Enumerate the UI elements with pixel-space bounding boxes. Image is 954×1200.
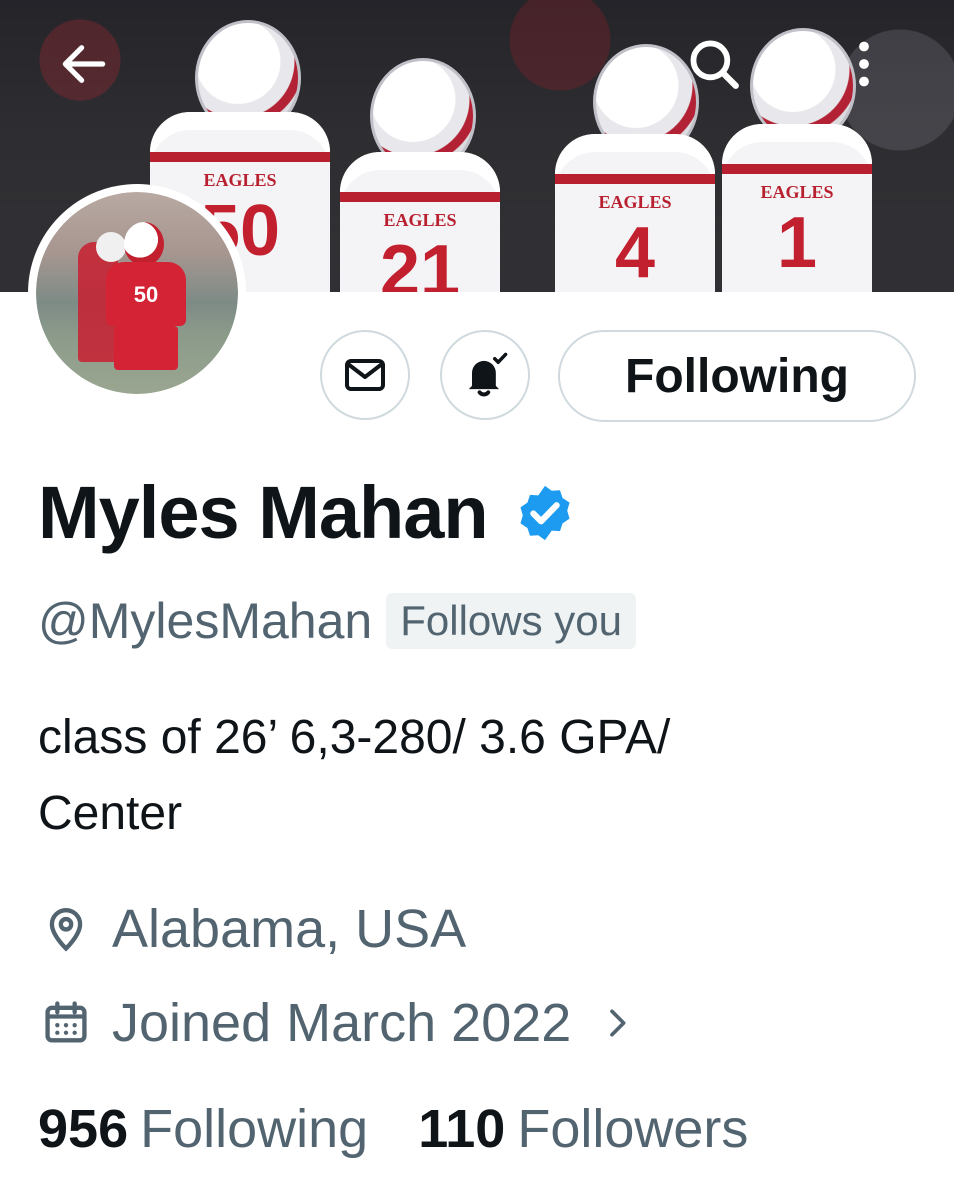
jersey-stripe xyxy=(340,192,500,202)
follow-stats: 956 Following 110 Followers xyxy=(38,1098,748,1160)
jersey: EAGLES 21 xyxy=(340,152,500,292)
jersey-team-text: EAGLES xyxy=(598,192,672,212)
jersey-stripe xyxy=(555,174,715,184)
arrow-left-icon xyxy=(62,45,106,83)
following-label: Following xyxy=(140,1099,369,1159)
jersey-number: 21 xyxy=(379,231,461,292)
jersey-team-text: EAGLES xyxy=(203,170,277,190)
jersey-team-text: EAGLES xyxy=(760,182,834,202)
avatar-photo: 50 xyxy=(36,192,238,394)
location-text: Alabama, USA xyxy=(112,899,467,959)
following-button[interactable]: Following xyxy=(558,330,916,422)
search-icon xyxy=(690,40,739,89)
verified-badge-icon[interactable] xyxy=(514,482,576,544)
envelope-icon xyxy=(345,359,385,391)
jersey-stripe xyxy=(722,164,872,174)
joined-text: Joined March 2022 xyxy=(112,993,572,1053)
joined-row[interactable]: Joined March 2022 xyxy=(40,992,637,1054)
avatar-jersey-number: 50 xyxy=(133,282,159,307)
avatar-player: 50 xyxy=(106,222,186,372)
jersey: EAGLES 4 xyxy=(555,134,715,292)
jersey-stripe xyxy=(150,152,330,162)
bell-check-icon xyxy=(468,352,508,397)
jersey-number: 4 xyxy=(614,213,656,292)
following-stat-link[interactable]: 956 Following xyxy=(38,1098,368,1160)
location-pin-icon xyxy=(49,908,83,952)
search-button[interactable] xyxy=(684,34,744,94)
profile-name-row: Myles Mahan xyxy=(38,470,576,555)
location-row: Alabama, USA xyxy=(40,898,466,960)
following-count: 956 xyxy=(38,1099,129,1159)
message-button[interactable] xyxy=(320,330,410,420)
chevron-right-icon xyxy=(610,1009,626,1037)
avatar-pants xyxy=(114,326,178,370)
jersey: EAGLES 1 xyxy=(722,124,872,292)
display-name: Myles Mahan xyxy=(38,471,489,554)
profile-bio: class of 26’ 6,3-280/ 3.6 GPA/ Center xyxy=(38,700,918,852)
follows-you-badge: Follows you xyxy=(386,593,636,649)
jersey-number: 1 xyxy=(776,203,818,283)
more-vertical-icon xyxy=(859,41,869,87)
more-options-button[interactable] xyxy=(834,34,894,94)
followers-count: 110 xyxy=(418,1099,506,1159)
avatar-helmet xyxy=(124,222,164,266)
bio-line: class of 26’ 6,3-280/ 3.6 GPA/ xyxy=(38,711,671,764)
followers-stat-link[interactable]: 110 Followers xyxy=(418,1098,748,1160)
handle-row: @MylesMahan Follows you xyxy=(38,592,636,650)
notifications-button[interactable] xyxy=(440,330,530,420)
bio-line: Center xyxy=(38,787,183,840)
back-button[interactable] xyxy=(54,34,114,94)
followers-label: Followers xyxy=(517,1099,749,1159)
jersey-team-text: EAGLES xyxy=(383,210,457,230)
profile-avatar[interactable]: 50 xyxy=(28,184,246,402)
username-handle: @MylesMahan xyxy=(38,593,373,649)
calendar-icon xyxy=(45,1001,87,1043)
